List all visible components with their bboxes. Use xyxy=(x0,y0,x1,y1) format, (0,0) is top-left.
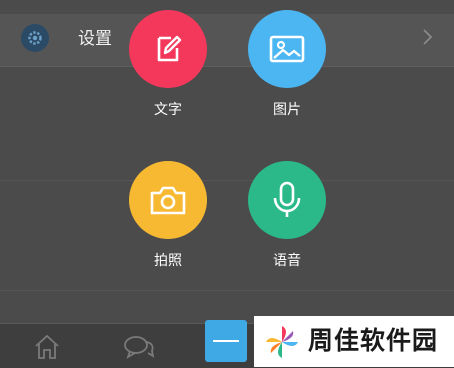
watermark-text: 周佳软件园 xyxy=(308,326,439,355)
photo-action-label: 拍照 xyxy=(154,253,182,269)
settings-label: 设置 xyxy=(78,29,112,49)
voice-action-button[interactable] xyxy=(248,161,326,239)
settings-row xyxy=(0,14,454,67)
settings-icon xyxy=(21,24,49,52)
voice-action-label: 语音 xyxy=(273,253,301,269)
text-action-label: 文字 xyxy=(154,102,182,118)
image-action-button[interactable] xyxy=(248,10,326,88)
home-icon xyxy=(33,333,61,365)
chat-icon xyxy=(123,333,155,365)
text-action-button[interactable] xyxy=(129,10,207,88)
watermark: 周佳软件园 xyxy=(254,316,454,367)
microphone-icon xyxy=(273,181,301,217)
close-menu-button[interactable] xyxy=(205,320,247,362)
camera-icon xyxy=(150,186,186,215)
pinwheel-logo-icon xyxy=(266,326,298,358)
photo-action-button[interactable] xyxy=(129,161,207,239)
edit-icon xyxy=(157,35,182,62)
background-divider xyxy=(0,290,454,291)
image-action-label: 图片 xyxy=(273,102,301,118)
image-icon xyxy=(269,35,305,63)
minus-icon xyxy=(213,340,239,342)
background-divider xyxy=(0,180,454,181)
chevron-right-icon xyxy=(421,27,441,49)
